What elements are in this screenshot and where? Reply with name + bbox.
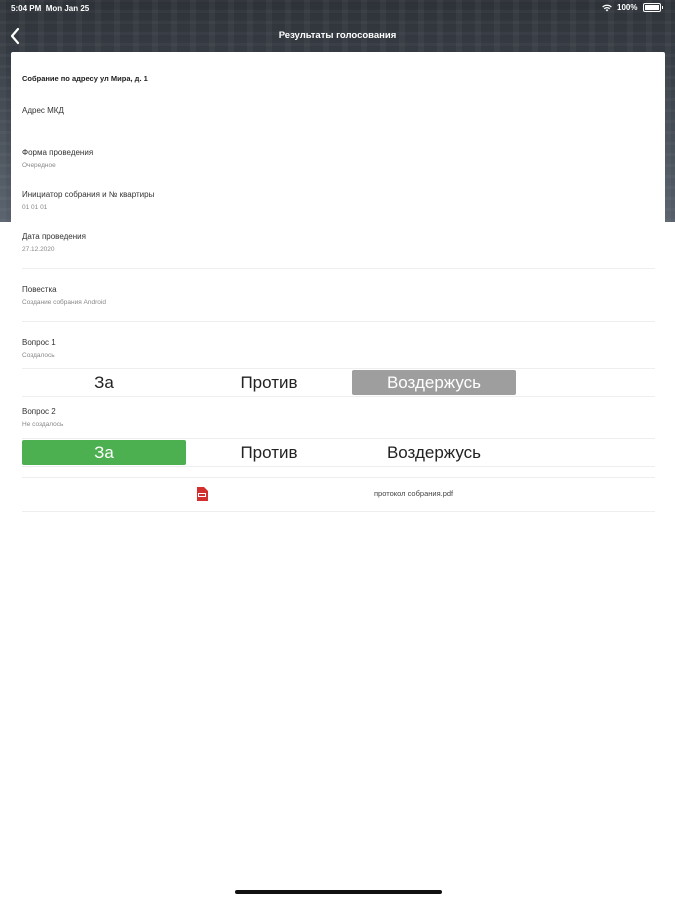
address-field: Адрес МКД: [22, 106, 64, 115]
battery-percent: 100%: [617, 3, 638, 12]
vote-for-button[interactable]: За: [22, 440, 186, 465]
initiator-value: 01 01 01: [22, 204, 48, 211]
battery-tip: [661, 6, 663, 9]
question-2-label: Вопрос 2: [22, 407, 56, 416]
wifi-icon: [602, 4, 612, 11]
vote-abstain-button[interactable]: Воздержусь: [352, 370, 516, 395]
agenda-label: Повестка: [22, 285, 57, 294]
question-1-status: Создалось: [22, 352, 55, 359]
question-2-status: Не создалось: [22, 421, 64, 428]
question-1: Вопрос 1 Создалось: [22, 338, 56, 359]
form-value: Очередное: [22, 162, 56, 169]
date-field: Дата проведения 27.12.2020: [22, 232, 86, 253]
agenda-value: Создание собрания Android: [22, 299, 106, 306]
home-indicator[interactable]: [235, 890, 442, 894]
meeting-title: Собрание по адресу ул Мира, д. 1: [22, 74, 148, 83]
attachment-name: протокол собрания.pdf: [374, 489, 454, 498]
vote-against-button[interactable]: Против: [187, 440, 351, 465]
vote-against-button[interactable]: Против: [187, 370, 351, 395]
divider: [22, 321, 655, 322]
status-time-text: 5:04 PM: [11, 4, 42, 13]
status-date: Mon Jan 25: [45, 4, 90, 13]
divider: [22, 268, 655, 269]
attachment-row[interactable]: протокол собрания.pdf: [22, 478, 655, 512]
address-label: Адрес МКД: [22, 106, 64, 115]
question-1-label: Вопрос 1: [22, 338, 56, 347]
status-time: 5:04 PM Mon Jan 25: [11, 4, 89, 13]
battery-icon: [642, 3, 661, 12]
agenda-field: Повестка Создание собрания Android: [22, 285, 106, 306]
divider: [22, 466, 655, 467]
form-label: Форма проведения: [22, 148, 94, 157]
initiator-label: Инициатор собрания и № квартиры: [22, 190, 155, 199]
status-bar: 5:04 PM Mon Jan 25 100%: [0, 0, 675, 18]
question-2: Вопрос 2 Не создалось: [22, 407, 63, 428]
status-right: 100%: [602, 3, 663, 12]
page-title: Результаты голосования: [278, 30, 397, 41]
form-field: Форма проведения Очередное: [22, 148, 93, 169]
vote-abstain-button[interactable]: Воздержусь: [352, 440, 516, 465]
vote-for-button[interactable]: За: [22, 370, 186, 395]
question-1-vote-control: За Против Воздержусь: [22, 368, 655, 395]
divider: [22, 396, 655, 397]
question-2-vote-control: За Против Воздержусь: [22, 438, 655, 465]
navigation-bar: Результаты голосования: [0, 22, 675, 50]
date-value: 27.12.2020: [22, 246, 55, 253]
divider: [22, 511, 655, 512]
date-label: Дата проведения: [22, 232, 86, 241]
pdf-file-icon: [197, 487, 208, 501]
initiator-field: Инициатор собрания и № квартиры 01 01 01: [22, 190, 154, 211]
